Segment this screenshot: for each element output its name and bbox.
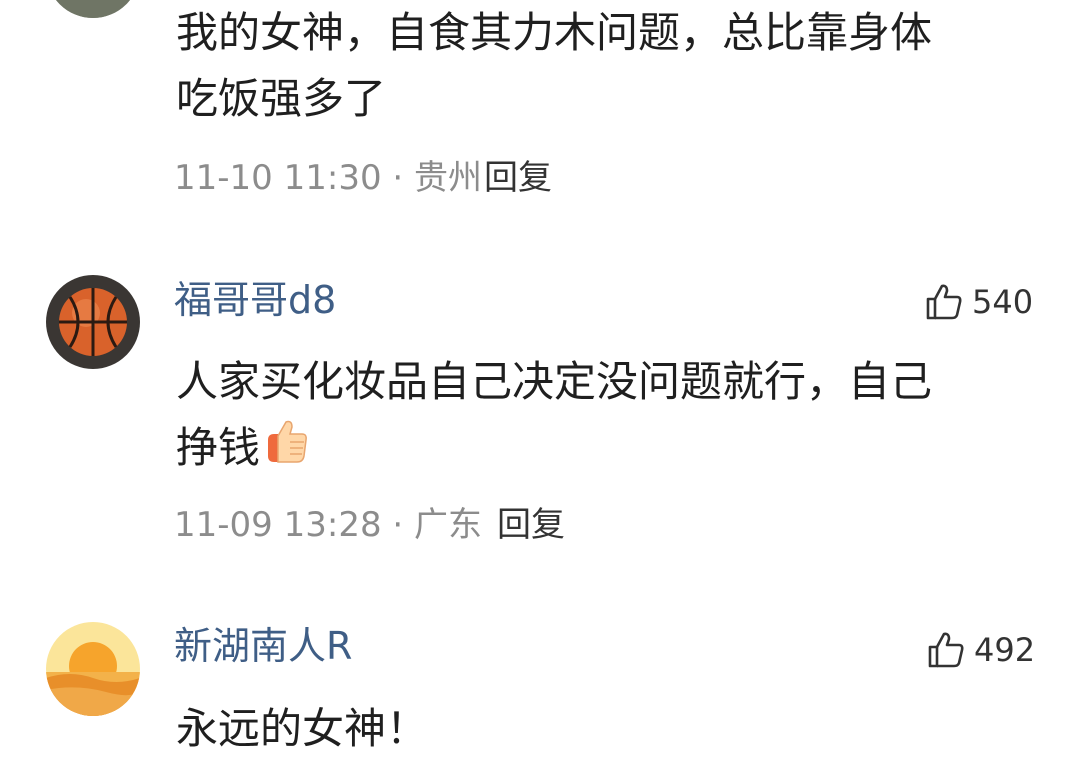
comment-text-line: 挣钱 — [176, 415, 312, 481]
username[interactable]: 福哥哥d8 — [174, 278, 336, 322]
basketball-icon — [46, 275, 140, 369]
like-button[interactable]: 492 — [926, 630, 1035, 670]
reply-button[interactable]: 回复 — [497, 505, 565, 545]
thumbs-up-outline-icon — [926, 284, 962, 320]
comment-meta: 11-09 13:28 · 广东 — [174, 505, 483, 545]
like-count: 540 — [972, 283, 1034, 321]
comment-text-span: 挣钱 — [176, 423, 261, 472]
comment-meta: 11-10 11:30 · 贵州 — [174, 158, 483, 198]
comment-text-line: 吃饭强多了 — [176, 74, 387, 123]
avatar[interactable] — [46, 275, 140, 369]
comment-text-line: 永远的女神！ — [176, 704, 429, 753]
avatar[interactable] — [46, 622, 140, 716]
username[interactable]: 新湖南人R — [174, 624, 352, 668]
avatar[interactable] — [46, 0, 140, 18]
like-count: 492 — [974, 631, 1036, 669]
sunset-icon — [46, 622, 140, 716]
user-photo-icon — [46, 0, 140, 18]
comment-text-line: 我的女神，自食其力木问题，总比靠身体 — [176, 8, 933, 57]
like-button[interactable]: 540 — [924, 282, 1033, 322]
comment-text-line: 人家买化妆品自己决定没问题就行，自己 — [176, 357, 933, 406]
thumbs-up-outline-icon — [928, 632, 964, 668]
reply-button[interactable]: 回复 — [484, 158, 552, 198]
thumbs-up-emoji — [268, 420, 307, 463]
